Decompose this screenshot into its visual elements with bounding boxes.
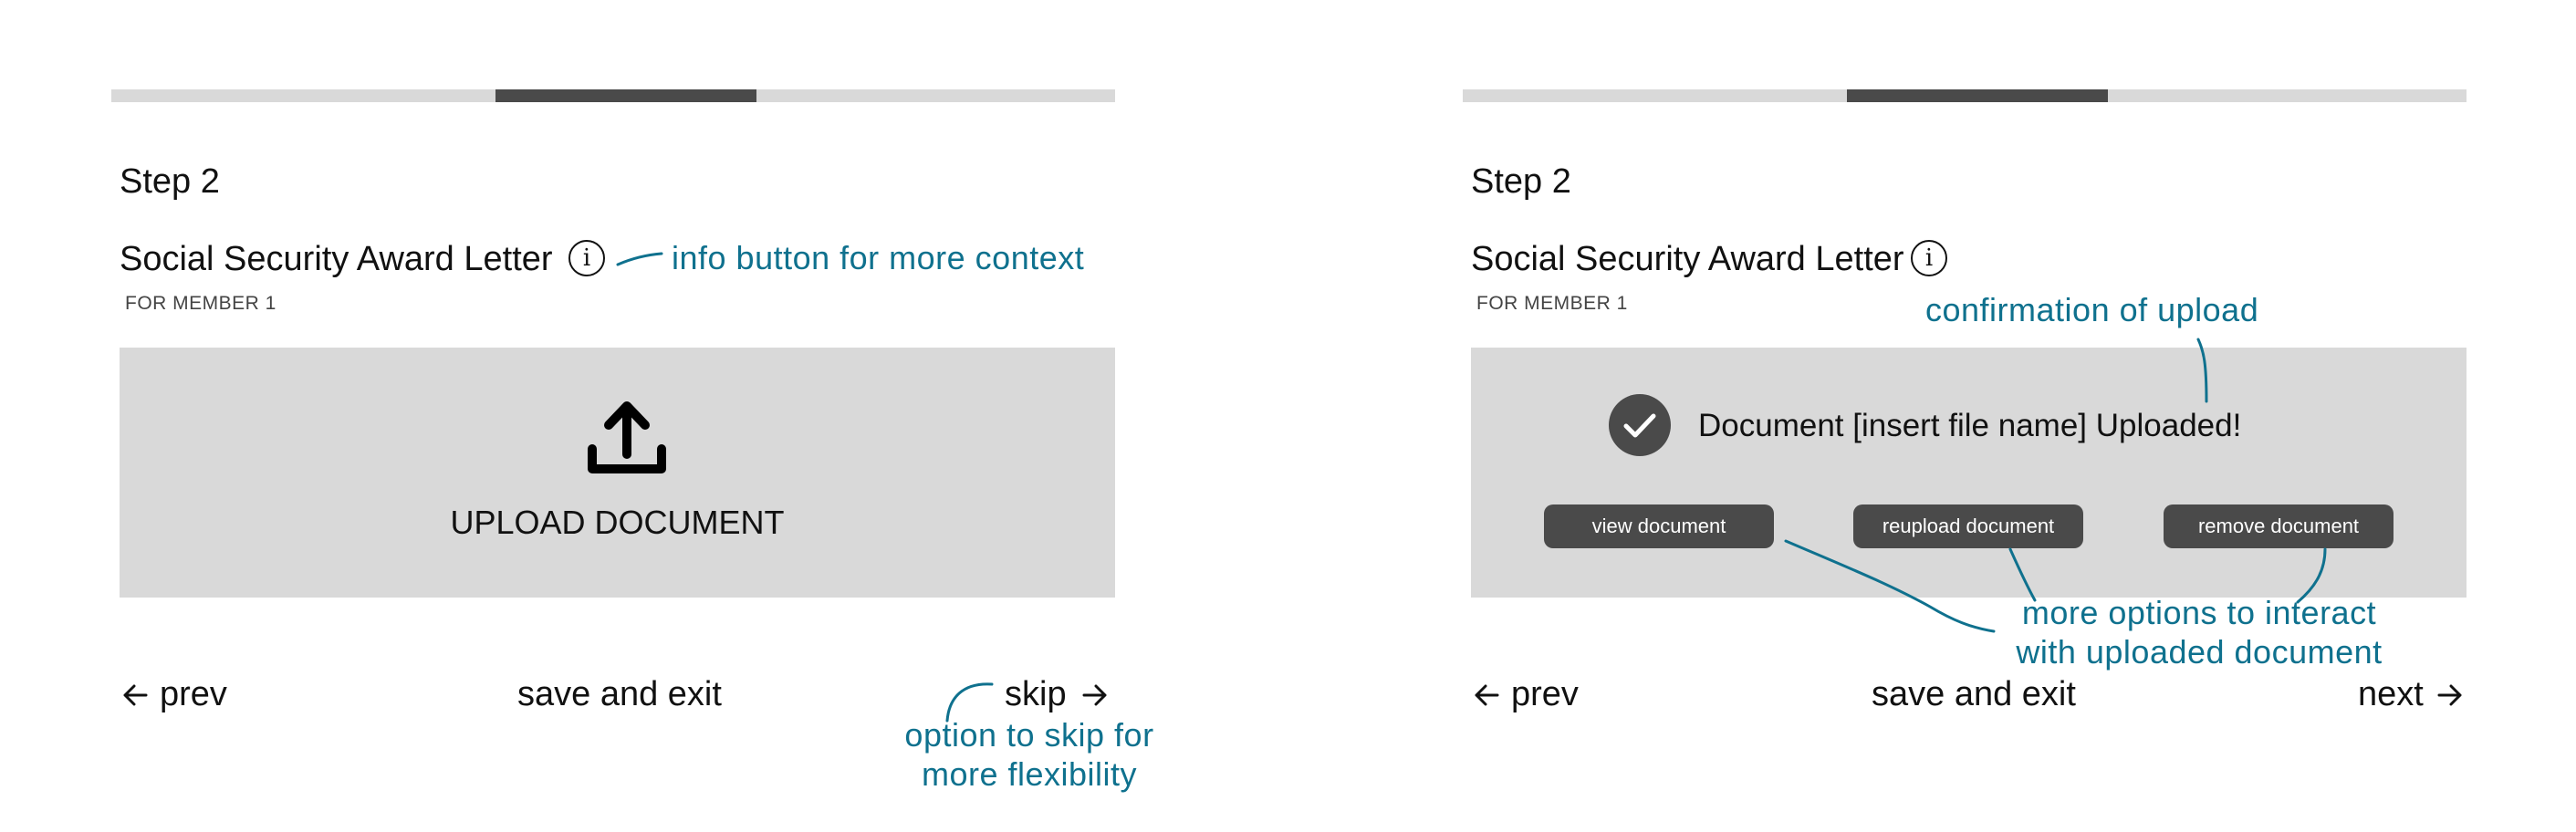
annotation-options-line1: more options to interact xyxy=(2021,594,2377,631)
annotation-confirmation: confirmation of upload xyxy=(1925,291,2259,328)
upload-step-wireframe: Step 2 Social Security Award Letter i FO… xyxy=(0,0,1115,832)
annotation-skip-line1: option to skip for xyxy=(904,716,1154,754)
annotation-skip-line2: more flexibility xyxy=(921,755,1138,793)
prev-label: prev xyxy=(1511,675,1579,713)
arrow-left-icon xyxy=(1475,684,1499,705)
upload-success-message: Document [insert file name] Uploaded! xyxy=(1698,408,2242,443)
next-button[interactable]: next xyxy=(2358,675,2464,714)
view-document-button[interactable]: view document xyxy=(1544,504,1774,548)
upload-confirmation-area: Document [insert file name] Uploaded! vi… xyxy=(1471,348,2466,598)
prev-button[interactable]: prev xyxy=(1473,675,1579,714)
info-circle-icon: i xyxy=(582,244,591,272)
upload-dropzone[interactable]: UPLOAD DOCUMENT xyxy=(120,348,1115,598)
remove-document-button[interactable]: remove document xyxy=(2164,504,2393,548)
info-circle-icon: i xyxy=(1924,244,1934,272)
progress-bar-current-segment xyxy=(1847,89,2108,102)
upload-document-label: UPLOAD DOCUMENT xyxy=(450,504,785,541)
save-and-exit-button[interactable]: save and exit xyxy=(1872,675,2076,714)
upload-confirmation-wireframe: Step 2 Social Security Award Letter i FO… xyxy=(1351,0,2466,832)
document-title: Social Security Award Letter xyxy=(1471,240,1904,278)
member-label: FOR MEMBER 1 xyxy=(125,293,276,314)
progress-bar-current-segment xyxy=(495,89,756,102)
document-title: Social Security Award Letter xyxy=(120,240,553,278)
member-label: FOR MEMBER 1 xyxy=(1476,293,1628,314)
reupload-document-button[interactable]: reupload document xyxy=(1853,504,2083,548)
annotation-options-line2: with uploaded document xyxy=(2016,633,2383,671)
arrow-right-icon xyxy=(1082,684,1107,705)
skip-label: skip xyxy=(1005,675,1067,713)
annotation-skip: option to skip for more flexibility xyxy=(867,715,1192,794)
arrow-left-icon xyxy=(123,684,148,705)
step-label: Step 2 xyxy=(120,162,220,201)
prev-label: prev xyxy=(160,675,227,713)
arrow-right-icon xyxy=(2437,684,2462,705)
check-circle-icon xyxy=(1609,394,1671,456)
info-button[interactable]: i xyxy=(1911,240,1947,276)
annotation-info: info button for more context xyxy=(672,239,1085,276)
step-label: Step 2 xyxy=(1471,162,1571,201)
upload-icon xyxy=(588,401,666,473)
progress-bar xyxy=(1463,89,2466,102)
skip-button[interactable]: skip xyxy=(1005,675,1109,714)
prev-button[interactable]: prev xyxy=(121,675,227,714)
next-label: next xyxy=(2358,675,2424,713)
progress-bar xyxy=(111,89,1115,102)
annotation-options: more options to interact with uploaded d… xyxy=(1989,593,2409,671)
info-button[interactable]: i xyxy=(568,240,605,276)
save-and-exit-button[interactable]: save and exit xyxy=(517,675,722,714)
